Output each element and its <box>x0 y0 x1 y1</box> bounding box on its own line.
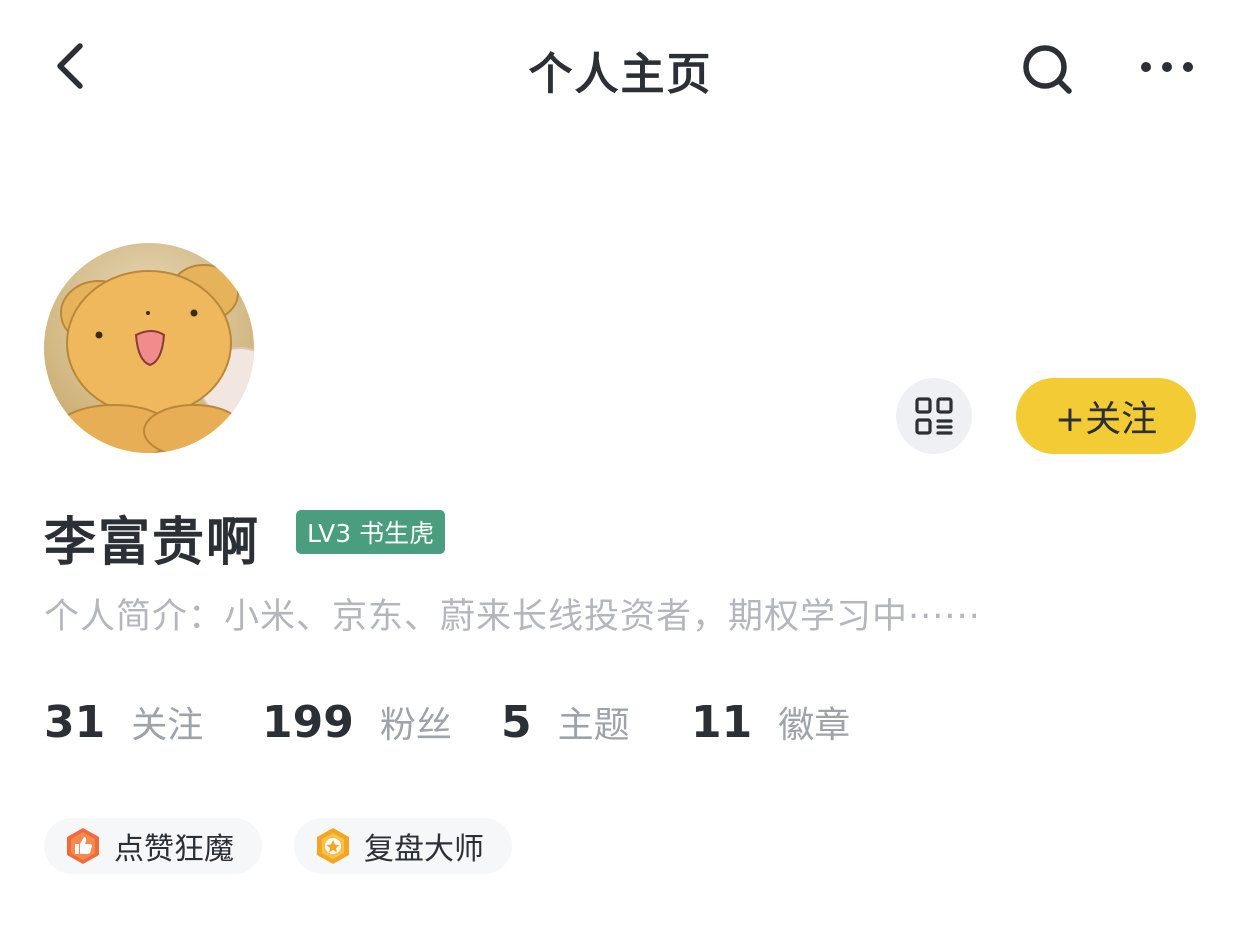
more-icon <box>1141 62 1193 72</box>
stat-label: 关注 <box>131 705 204 746</box>
stat-badges[interactable]: 11 徽章 <box>691 696 850 748</box>
stat-label: 徽章 <box>778 705 851 746</box>
bio-text[interactable]: 个人简介：小米、京东、蔚来长线投资者，期权学习中······ <box>44 588 981 639</box>
level-badge[interactable]: LV3 书生虎 <box>296 510 446 554</box>
stat-value: 11 <box>691 697 753 748</box>
thumbs-up-badge-icon <box>64 827 102 865</box>
badge-label: 点赞狂魔 <box>114 832 234 867</box>
badge-label: 复盘大师 <box>364 832 484 867</box>
stat-following[interactable]: 31 关注 <box>44 696 203 748</box>
badge-chip-like-maniac[interactable]: 点赞狂魔 <box>44 818 262 874</box>
stat-followers[interactable]: 199 粉丝 <box>262 696 452 748</box>
stat-value: 5 <box>501 697 532 748</box>
stat-label: 主题 <box>557 705 630 746</box>
search-button[interactable] <box>1018 40 1076 98</box>
stat-value: 199 <box>262 697 354 748</box>
star-badge-icon <box>314 827 352 865</box>
stat-label: 粉丝 <box>379 705 452 746</box>
qr-code-button[interactable] <box>896 378 972 454</box>
top-nav-bar: 个人主页 <box>0 0 1241 135</box>
search-icon <box>1023 45 1072 94</box>
follow-button[interactable]: +关注 <box>1016 378 1196 454</box>
more-button[interactable] <box>1136 44 1198 90</box>
qr-code-icon <box>915 397 953 435</box>
badge-chip-review-master[interactable]: 复盘大师 <box>294 818 512 874</box>
username: 李富贵啊 <box>44 513 261 573</box>
stat-topics[interactable]: 5 主题 <box>501 696 630 748</box>
stat-value: 31 <box>44 697 106 748</box>
avatar[interactable] <box>44 243 254 453</box>
